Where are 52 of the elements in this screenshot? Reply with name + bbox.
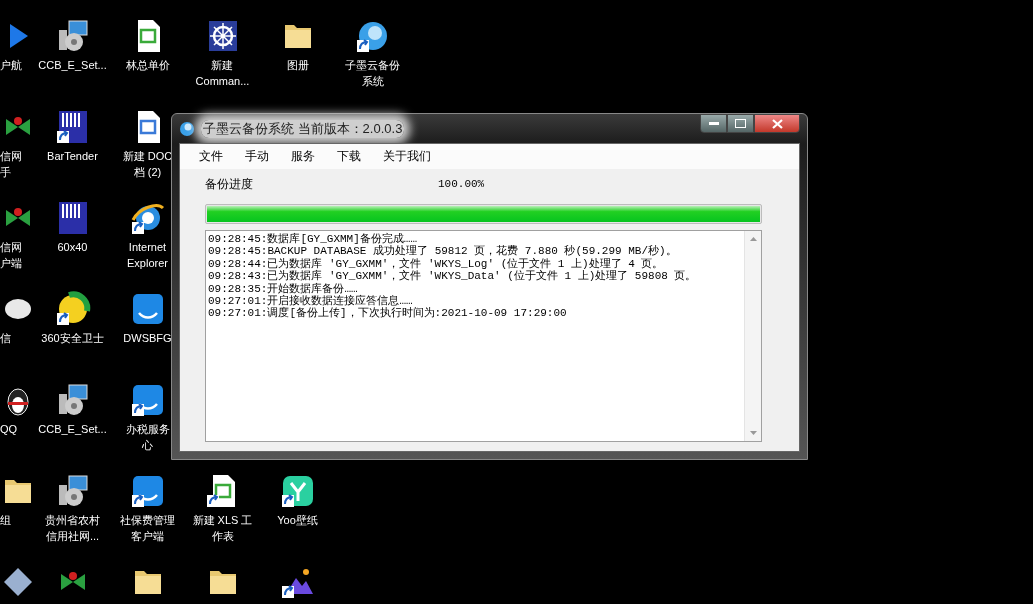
icon-label: 360安全卫士 — [41, 331, 104, 346]
shield-icon[interactable] — [54, 291, 91, 327]
icon-label: 办税服务 心 — [125, 422, 170, 453]
app-icon[interactable] — [129, 473, 166, 509]
icon-label: 信网 手 — [0, 149, 22, 180]
icon-label: 子墨云备份 系统 — [345, 58, 400, 89]
scrollbar[interactable] — [744, 231, 761, 441]
icon-label: QQ — [0, 422, 18, 437]
icon-label: 图册 — [286, 58, 309, 73]
close-button[interactable] — [754, 114, 800, 133]
log-line: 09:28:43:已为数据库 'GY_GXMM'，文件 'WKYS_Data' (位于文件 1 上)处理了 59808 页。 — [208, 270, 698, 283]
menu-item[interactable]: 关于我们 — [372, 148, 442, 165]
close-icon — [771, 118, 783, 129]
log-line: 09:27:01:开启接收数据连接应答信息…… — [208, 295, 413, 308]
icon-label: 林总单价 — [125, 58, 170, 73]
icon-label: 户航 — [0, 58, 22, 73]
window-title: 子墨云备份系统 当前版本：2.0.0.3 — [201, 119, 405, 138]
icon-label: 信网 户端 — [0, 240, 22, 271]
app-icon[interactable] — [129, 382, 166, 418]
log-line: 09:28:35:开始数据库备份…… — [208, 282, 359, 295]
icon-label: 新建 XLS 工 作表 — [192, 513, 253, 544]
icon-label: 社保费管理 客户端 — [120, 513, 175, 544]
minimize-button[interactable] — [700, 114, 727, 133]
progress-label: 备份进度 — [205, 175, 254, 193]
maximize-icon — [735, 119, 746, 128]
icon-label: BarTender — [47, 149, 98, 164]
log-line: 09:28:45:BACKUP DATABASE 成功处理了 59812 页，花费 7.880 秒(59.299 MB/秒)。 — [208, 245, 678, 258]
icon-label: 新建 Comman... — [195, 58, 250, 89]
scroll-up-icon[interactable] — [748, 236, 758, 242]
icon-label: 新建 DOC 档 (2) — [122, 149, 173, 180]
menu-item[interactable]: 下载 — [326, 148, 372, 165]
menu-item[interactable]: 服务 — [280, 148, 326, 165]
menu-item[interactable]: 文件 — [188, 148, 234, 165]
log-line: 09:28:44:已为数据库 'GY_GXMM'，文件 'WKYS_Log' (位于文件 1 上)处理了 4 页。 — [208, 257, 665, 271]
log-line: 09:28:45:数据库[GY_GXMM]备份完成…… — [208, 233, 419, 245]
icon-label: Yoo壁纸 — [277, 513, 318, 528]
icon-label: Internet Explorer — [127, 240, 168, 271]
maximize-button[interactable] — [727, 114, 754, 133]
icon-label: CCB_E_Set... — [38, 422, 107, 437]
progress-reading: 100.00% — [438, 178, 485, 190]
log-line: 09:27:01:调度[备份上传]，下次执行时间为:2021-10-09 17:29:00 — [208, 307, 568, 320]
icon-label: DWSBFG — [123, 331, 172, 346]
icon-label: 贵州省农村 信用社网... — [45, 513, 100, 544]
cloud-icon — [179, 120, 195, 137]
menu-item[interactable]: 手动 — [234, 148, 280, 165]
app-icon[interactable] — [279, 473, 316, 509]
minimize-icon — [708, 122, 719, 125]
icon-label: 信 — [0, 331, 11, 346]
icon-label: 组 — [0, 513, 11, 528]
icon-label: CCB_E_Set... — [38, 58, 107, 73]
icon-label: 60x40 — [57, 240, 88, 255]
scroll-down-icon[interactable] — [748, 430, 758, 436]
